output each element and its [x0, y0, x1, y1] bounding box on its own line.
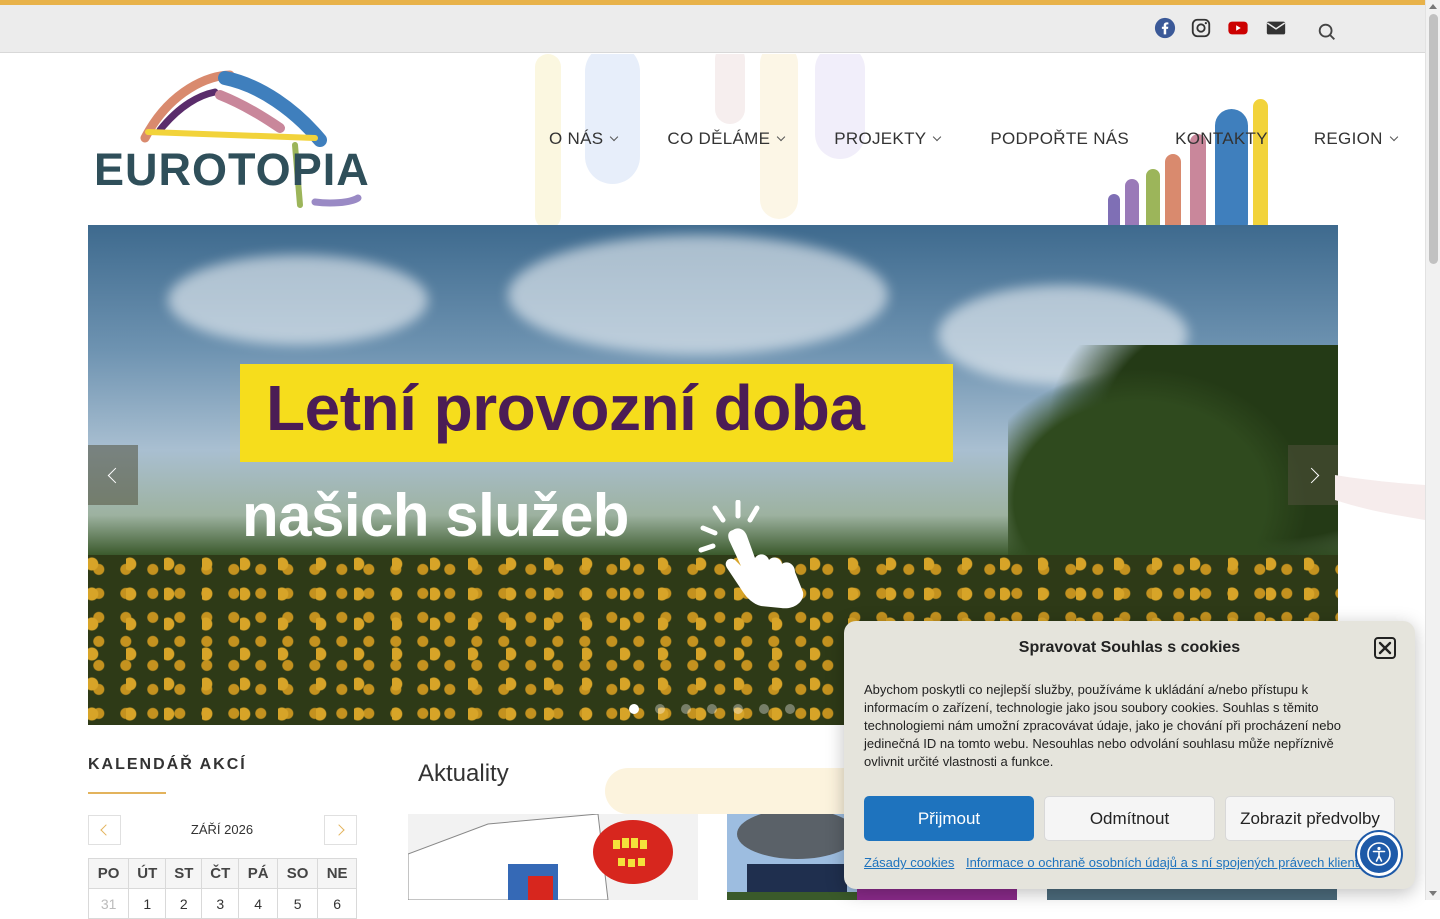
calendar-heading-underline: [88, 792, 166, 794]
scroll-up-arrow-icon[interactable]: [1429, 4, 1437, 9]
top-bar: [0, 5, 1425, 53]
slide-cloud: [168, 255, 428, 345]
nav-o-nas[interactable]: O NÁS: [549, 129, 619, 149]
email-icon[interactable]: [1264, 16, 1288, 40]
calendar-day[interactable]: 2: [165, 888, 203, 919]
calendar-week-row: 31 1 2 3 4 5 6: [87, 888, 357, 919]
cookie-deny-button[interactable]: Odmítnout: [1044, 796, 1215, 841]
site-header: EUROTOPIA O NÁS CO DĚLÁME PROJEKTY PODPO…: [0, 54, 1425, 225]
nav-label: O NÁS: [549, 129, 604, 148]
slider-dots: [629, 704, 795, 714]
calendar-day[interactable]: 3: [201, 888, 240, 919]
page-scrollbar[interactable]: [1425, 0, 1440, 900]
slide-title: Letní provozní doba: [266, 372, 865, 444]
header-decoration: [1165, 154, 1181, 225]
scroll-down-arrow-icon[interactable]: [1429, 891, 1437, 896]
calendar-grid: PO ÚT ST ČT PÁ SO NE 31 1 2 3 4 5 6: [87, 858, 357, 919]
instagram-icon[interactable]: [1189, 16, 1213, 40]
accessibility-icon: [1367, 842, 1391, 866]
news-card-illustration: [408, 814, 698, 900]
chevron-down-icon: [933, 132, 942, 142]
cookie-dialog-body: Abychom poskytli co nejlepší služby, pou…: [864, 682, 1341, 769]
weekday-label: PO: [87, 858, 130, 889]
slide-subtitle: našich služeb: [242, 482, 629, 549]
chevron-right-icon: [1303, 467, 1319, 483]
weekday-label: NE: [317, 858, 357, 889]
slider-dot[interactable]: [759, 704, 769, 714]
slider-prev-button[interactable]: [88, 445, 138, 505]
slide-cloud: [508, 235, 888, 355]
cookie-accept-button[interactable]: Přijmout: [864, 796, 1034, 841]
calendar-prev-button[interactable]: [88, 815, 121, 845]
calendar-day[interactable]: 4: [238, 888, 279, 919]
header-decoration: [1253, 99, 1268, 225]
nav-projekty[interactable]: PROJEKTY: [834, 129, 942, 149]
close-icon[interactable]: [1374, 637, 1396, 659]
scrollbar-thumb[interactable]: [1429, 14, 1438, 264]
weekday-label: ST: [165, 858, 203, 889]
header-decoration: [1108, 194, 1120, 225]
nav-label: KONTAKTY: [1175, 129, 1268, 148]
chevron-down-icon: [1389, 132, 1398, 142]
calendar-month: ZÁŘÍ 2026: [190, 822, 254, 837]
youtube-icon[interactable]: [1226, 16, 1250, 40]
calendar-day[interactable]: 31: [87, 888, 130, 919]
nav-label: REGION: [1313, 129, 1383, 148]
facebook-icon[interactable]: [1153, 16, 1177, 40]
calendar-weekday-row: PO ÚT ST ČT PÁ SO NE: [87, 858, 357, 889]
chevron-left-icon: [107, 467, 123, 483]
header-decoration: [1215, 109, 1248, 225]
calendar-day[interactable]: 5: [277, 888, 319, 919]
weekday-label: ČT: [201, 858, 240, 889]
cookie-policy-link[interactable]: Zásady cookies: [864, 855, 954, 870]
eurotopia-logo[interactable]: EUROTOPIA: [90, 70, 370, 210]
slider-dot[interactable]: [681, 704, 691, 714]
nav-podporte-nas[interactable]: PODPOŘTE NÁS: [990, 129, 1129, 149]
weekday-label: ÚT: [128, 858, 167, 889]
chevron-down-icon: [610, 132, 619, 142]
slider-dot[interactable]: [733, 704, 743, 714]
cookie-links: Zásady cookies Informace o ochraně osobn…: [864, 855, 1374, 870]
calendar-heading: KALENDÁŘ AKCÍ: [88, 756, 247, 773]
nav-region[interactable]: REGION: [1313, 129, 1398, 149]
chevron-right-icon: [333, 824, 345, 836]
nav-label: PROJEKTY: [834, 129, 927, 148]
slider-dot[interactable]: [629, 704, 639, 714]
header-decoration: [715, 54, 745, 124]
header-decoration: [1125, 179, 1139, 225]
search-icon[interactable]: [1315, 20, 1339, 44]
privacy-info-link[interactable]: Informace o ochraně osobních údajů a s n…: [966, 855, 1366, 870]
header-decoration: [1146, 169, 1160, 225]
nav-co-delame[interactable]: CO DĚLÁME: [667, 129, 786, 149]
weekday-label: SO: [277, 858, 319, 889]
calendar-next-button[interactable]: [324, 815, 357, 845]
weekday-label: PÁ: [238, 858, 279, 889]
header-decoration: [585, 54, 640, 184]
chevron-left-icon: [100, 824, 112, 836]
nav-label: PODPOŘTE NÁS: [990, 129, 1130, 148]
logo-wordmark: EUROTOPIA: [94, 144, 370, 195]
slider-dot[interactable]: [655, 704, 665, 714]
cookie-dialog-title: Spravovat Souhlas s cookies: [1018, 639, 1241, 656]
nav-kontakty[interactable]: KONTAKTY: [1175, 129, 1268, 149]
slider-dot[interactable]: [785, 704, 795, 714]
main-navigation: O NÁS CO DĚLÁME PROJEKTY PODPOŘTE NÁS KO…: [549, 129, 1398, 149]
side-decoration: [1335, 475, 1425, 520]
calendar-day[interactable]: 1: [128, 888, 167, 919]
news-heading: Aktuality: [418, 760, 509, 787]
pointing-hand-icon: [698, 500, 804, 609]
nav-label: CO DĚLÁME: [667, 129, 771, 148]
news-card-image[interactable]: [408, 814, 698, 900]
slider-next-button[interactable]: [1288, 445, 1338, 505]
calendar-day[interactable]: 6: [317, 888, 357, 919]
cookie-consent-dialog: Spravovat Souhlas s cookies Abychom posk…: [844, 621, 1415, 889]
chevron-down-icon: [777, 132, 786, 142]
slider-dot[interactable]: [707, 704, 717, 714]
accessibility-button[interactable]: [1357, 832, 1401, 876]
